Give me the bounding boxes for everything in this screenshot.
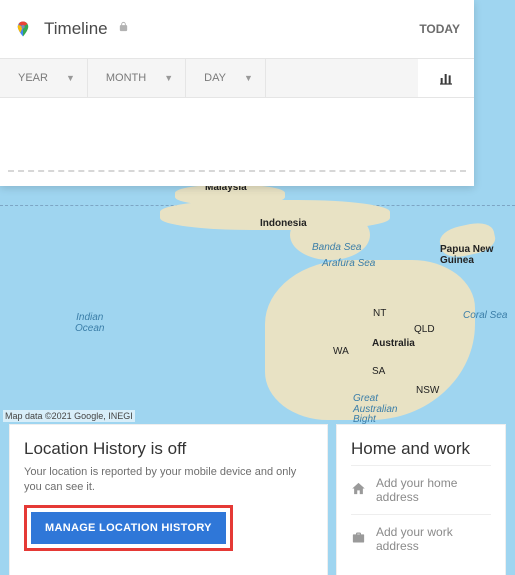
filter-bar: YEAR ▼ MONTH ▼ DAY ▼	[0, 58, 474, 98]
map-label-banda-sea: Banda Sea	[312, 242, 362, 253]
briefcase-icon	[351, 530, 366, 548]
manage-location-history-button[interactable]: MANAGE LOCATION HISTORY	[31, 512, 226, 544]
work-address-row[interactable]: Add your work address	[351, 514, 491, 563]
location-history-desc: Your location is reported by your mobile…	[24, 465, 313, 495]
lock-icon	[118, 20, 129, 38]
map-label-gab: Great Australian Bight	[353, 394, 397, 426]
chevron-down-icon: ▼	[66, 73, 75, 83]
chevron-down-icon: ▼	[164, 73, 173, 83]
map-label-sa: SA	[372, 366, 385, 377]
home-address-text: Add your home address	[376, 476, 491, 504]
year-filter[interactable]: YEAR ▼	[0, 59, 88, 97]
home-icon	[351, 481, 366, 499]
home-work-card: Home and work Add your home address Add …	[337, 425, 505, 575]
home-work-title: Home and work	[351, 439, 491, 459]
map-label-nt: NT	[373, 308, 386, 319]
highlight-box: MANAGE LOCATION HISTORY	[24, 505, 233, 551]
timeline-panel: Timeline TODAY YEAR ▼ MONTH ▼ DAY ▼	[0, 0, 474, 186]
bar-chart-button[interactable]	[418, 59, 474, 97]
month-filter-label: MONTH	[106, 72, 146, 84]
chevron-down-icon: ▼	[244, 73, 253, 83]
map-label-arafura-sea: Arafura Sea	[322, 258, 375, 269]
map-label-indian-ocean: Indian Ocean	[75, 312, 104, 334]
timeline-empty-area	[8, 98, 466, 172]
google-maps-pin-icon	[14, 20, 32, 38]
location-history-title: Location History is off	[24, 439, 313, 459]
map-label-qld: QLD	[414, 324, 435, 335]
work-address-text: Add your work address	[376, 525, 491, 553]
home-address-row[interactable]: Add your home address	[351, 465, 491, 514]
map-label-coral-sea: Coral Sea	[463, 310, 507, 321]
location-history-card: Location History is off Your location is…	[10, 425, 327, 575]
panel-title: Timeline	[44, 19, 108, 39]
year-filter-label: YEAR	[18, 72, 48, 84]
day-filter-label: DAY	[204, 72, 226, 84]
map-label-wa: WA	[333, 346, 349, 357]
map-label-australia: Australia	[372, 338, 415, 349]
bar-chart-icon	[437, 70, 455, 86]
map-label-png: Papua New Guinea	[440, 245, 493, 266]
map-attribution: Map data ©2021 Google, INEGI	[3, 410, 135, 422]
today-button[interactable]: TODAY	[419, 22, 460, 36]
map-label-indonesia: Indonesia	[260, 218, 307, 229]
day-filter[interactable]: DAY ▼	[186, 59, 266, 97]
month-filter[interactable]: MONTH ▼	[88, 59, 186, 97]
map-label-nsw: NSW	[416, 385, 439, 396]
